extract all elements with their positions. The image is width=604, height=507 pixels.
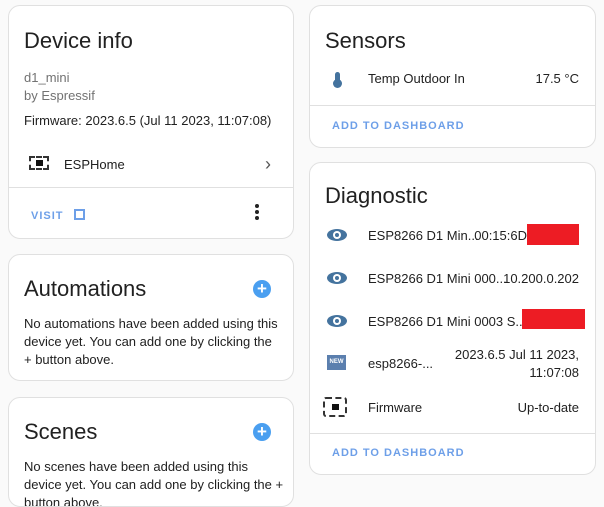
divider: [310, 433, 595, 434]
divider: [9, 187, 293, 188]
card-title: Diagnostic: [325, 183, 428, 208]
divider: [310, 105, 595, 106]
diagnostic-card: Diagnostic ESP8266 D1 Min... 00:15:6D ES…: [309, 162, 596, 475]
card-title: Sensors: [325, 28, 406, 53]
add-to-dashboard-button[interactable]: ADD TO DASHBOARD: [332, 447, 465, 459]
entity-name: ESP8266 D1 Mini 000...: [368, 270, 507, 286]
firmware-text: Firmware: 2023.6.5 (Jul 11 2023, 11:07:0…: [24, 113, 272, 128]
eye-icon: [326, 267, 348, 289]
integration-name: ESPHome: [64, 157, 125, 172]
device-model: d1_mini: [24, 70, 70, 85]
integration-row[interactable]: ESPHome ›: [9, 152, 293, 176]
entity-value: 10.200.0.202: [503, 270, 579, 286]
add-automation-button[interactable]: +: [253, 280, 271, 298]
eye-icon: [326, 310, 348, 332]
entity-name: esp8266-...: [368, 356, 434, 371]
entity-value: 17.5 °C: [535, 70, 579, 86]
redaction-box: [522, 309, 585, 329]
empty-text: No automations have been added using thi…: [24, 316, 278, 367]
entity-name: ESP8266 D1 Min...: [368, 227, 479, 243]
entity-name: Firmware: [368, 399, 423, 415]
redaction-box: [527, 224, 579, 245]
entity-row[interactable]: NEW esp8266-... 2023.6.5 Jul 11 2023, 11…: [310, 345, 595, 381]
entity-value: 2023.6.5 Jul 11 2023,: [454, 347, 579, 362]
thermometer-icon: [326, 67, 348, 89]
entity-row[interactable]: ESP8266 D1 Min... 00:15:6D: [310, 223, 595, 247]
card-title: Automations: [24, 276, 147, 301]
scenes-card: Scenes + No scenes have been added using…: [8, 397, 294, 507]
entity-row[interactable]: Temp Outdoor In 17.5 °C: [310, 66, 595, 90]
entity-row[interactable]: Firmware Up-to-date: [310, 395, 595, 419]
card-title: Scenes: [24, 419, 98, 444]
esphome-chip-icon: [29, 156, 49, 170]
automations-card: Automations + No automations have been a…: [8, 254, 294, 381]
new-icon: NEW: [327, 355, 346, 370]
visit-label: VISIT: [31, 210, 64, 222]
sensors-card: Sensors Temp Outdoor In 17.5 °C ADD TO D…: [309, 5, 596, 148]
entity-name: ESP8266 D1 Mini 0003 S...: [368, 313, 527, 329]
entity-row[interactable]: ESP8266 D1 Mini 0003 S...: [310, 309, 595, 333]
entity-value: Up-to-date: [517, 399, 579, 415]
visit-link[interactable]: VISIT: [31, 206, 85, 224]
entity-name: Temp Outdoor In: [368, 70, 465, 86]
open-in-new-icon: [73, 209, 85, 220]
entity-value: 00:15:6D: [474, 227, 527, 243]
add-scene-button[interactable]: +: [253, 423, 271, 441]
device-manufacturer: by Espressif: [24, 88, 95, 103]
add-to-dashboard-button[interactable]: ADD TO DASHBOARD: [332, 120, 465, 132]
chevron-right-icon: ›: [265, 154, 271, 174]
more-options-icon[interactable]: [255, 204, 259, 220]
esphome-chip-icon: [320, 396, 350, 418]
device-info-card: Device info d1_mini by Espressif Firmwar…: [8, 5, 294, 239]
card-title: Device info: [24, 28, 133, 53]
entity-row[interactable]: ESP8266 D1 Mini 000... 10.200.0.202: [310, 266, 595, 290]
eye-icon: [326, 224, 348, 246]
entity-value-line2: 11:07:08: [529, 365, 579, 380]
empty-text: No scenes have been added using this dev…: [24, 459, 284, 507]
